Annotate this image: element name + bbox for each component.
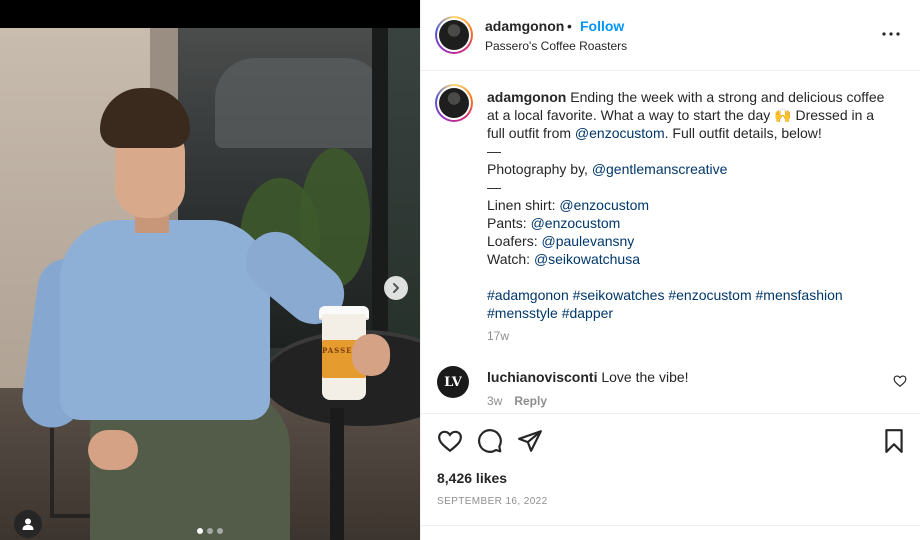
add-comment-area[interactable] xyxy=(421,525,920,540)
caption-divider: — xyxy=(487,143,501,159)
carousel-dot xyxy=(217,528,223,534)
comment-timestamp[interactable]: 3w xyxy=(487,394,502,408)
caption-text: Pants: xyxy=(487,215,531,231)
caption-line: at a local favorite. What a way to start… xyxy=(487,106,887,124)
caption-line: Pants: @enzocustom xyxy=(487,214,887,232)
post-photo[interactable]: PASSERO xyxy=(0,28,420,540)
caption-line: Linen shirt: @enzocustom xyxy=(487,196,887,214)
hashtag-links[interactable]: #mensstyle #dapper xyxy=(487,304,887,322)
mention-link[interactable]: @seikowatchusa xyxy=(534,251,640,267)
comment-bubble-icon[interactable] xyxy=(477,428,503,454)
avatar-ring-inner xyxy=(437,18,471,52)
caption-username[interactable]: adamgonon xyxy=(487,89,566,105)
post-caption: adamgonon Ending the week with a strong … xyxy=(487,88,887,322)
caption-text: . Full outfit details, below! xyxy=(664,125,822,141)
post-sidebar: adamgonon • Follow Passero's Coffee Roas… xyxy=(420,0,920,540)
author-username[interactable]: adamgonon xyxy=(485,18,564,34)
mention-link[interactable]: @enzocustom xyxy=(559,197,649,213)
more-options-button[interactable] xyxy=(881,24,901,44)
photo-shirt xyxy=(60,220,270,420)
comment-meta: 3w Reply xyxy=(487,394,547,408)
reply-button[interactable]: Reply xyxy=(514,394,547,408)
post-media[interactable]: PASSERO xyxy=(0,0,420,540)
post-header: adamgonon • Follow Passero's Coffee Roas… xyxy=(421,0,920,71)
avatar-picture xyxy=(439,88,469,118)
mention-link[interactable]: @enzocustom xyxy=(531,215,621,231)
caption-text: Dressed in a xyxy=(791,107,875,123)
author-avatar[interactable] xyxy=(435,16,473,54)
photo-hand xyxy=(352,334,390,376)
post-location[interactable]: Passero's Coffee Roasters xyxy=(485,39,627,53)
caption-line: Watch: @seikowatchusa xyxy=(487,250,887,268)
more-options-icon xyxy=(882,32,900,36)
commenter-avatar[interactable]: LV xyxy=(437,366,469,398)
post-actions: 8,426 likes SEPTEMBER 16, 2022 xyxy=(421,413,920,540)
caption-text: Loafers: xyxy=(487,233,542,249)
caption-text: Linen shirt: xyxy=(487,197,560,213)
carousel-indicator xyxy=(197,528,223,534)
mention-link[interactable]: @gentlemanscreative xyxy=(592,161,728,177)
raising-hands-emoji: 🙌 xyxy=(774,107,792,123)
caption-text: Ending the week with a strong and delici… xyxy=(570,89,885,105)
caption-text: Photography by, xyxy=(487,161,592,177)
carousel-dot xyxy=(197,528,203,534)
share-paper-plane-icon[interactable] xyxy=(517,428,543,454)
caption-line: Loafers: @paulevansny xyxy=(487,232,887,250)
caption-divider: — xyxy=(487,179,501,195)
photo-window-glass xyxy=(388,28,420,368)
separator-dot: • xyxy=(567,18,572,34)
next-photo-button[interactable] xyxy=(384,276,408,300)
avatar-ring-inner xyxy=(437,86,471,120)
photo-table-leg xyxy=(330,408,344,540)
comment: luchianovisconti Love the vibe! xyxy=(487,369,689,385)
post-date: SEPTEMBER 16, 2022 xyxy=(437,496,548,507)
caption-text: full outfit from xyxy=(487,125,575,141)
media-letterbox xyxy=(0,0,420,28)
caption-line: full outfit from @enzocustom. Full outfi… xyxy=(487,124,887,142)
commenter-username[interactable]: luchianovisconti xyxy=(487,369,597,385)
chevron-right-icon xyxy=(393,283,399,293)
likes-count[interactable]: 8,426 likes xyxy=(437,470,507,486)
save-bookmark-icon[interactable] xyxy=(881,428,907,454)
caption-line: adamgonon Ending the week with a strong … xyxy=(487,88,887,106)
mention-link[interactable]: @paulevansny xyxy=(541,233,634,249)
tagged-users-button[interactable] xyxy=(14,510,42,538)
caption-text: at a local favorite. What a way to start… xyxy=(487,107,775,123)
mention-link[interactable]: @enzocustom xyxy=(575,125,665,141)
caption-text: Watch: xyxy=(487,251,534,267)
like-heart-icon[interactable] xyxy=(437,428,463,454)
photo-hand xyxy=(88,430,138,470)
like-comment-heart-icon[interactable] xyxy=(893,374,907,388)
caption-line: Photography by, @gentlemanscreative xyxy=(487,160,887,178)
user-tag-icon xyxy=(22,518,34,530)
follow-button[interactable]: Follow xyxy=(580,18,624,34)
comment-text: Love the vibe! xyxy=(601,369,689,385)
hashtag-links[interactable]: #adamgonon #seikowatches #enzocustom #me… xyxy=(487,286,887,304)
photo-car-reflection xyxy=(215,58,385,148)
carousel-dot xyxy=(207,528,213,534)
caption-timestamp[interactable]: 17w xyxy=(487,329,509,343)
caption-author-avatar[interactable] xyxy=(435,84,473,122)
avatar-picture xyxy=(439,20,469,50)
